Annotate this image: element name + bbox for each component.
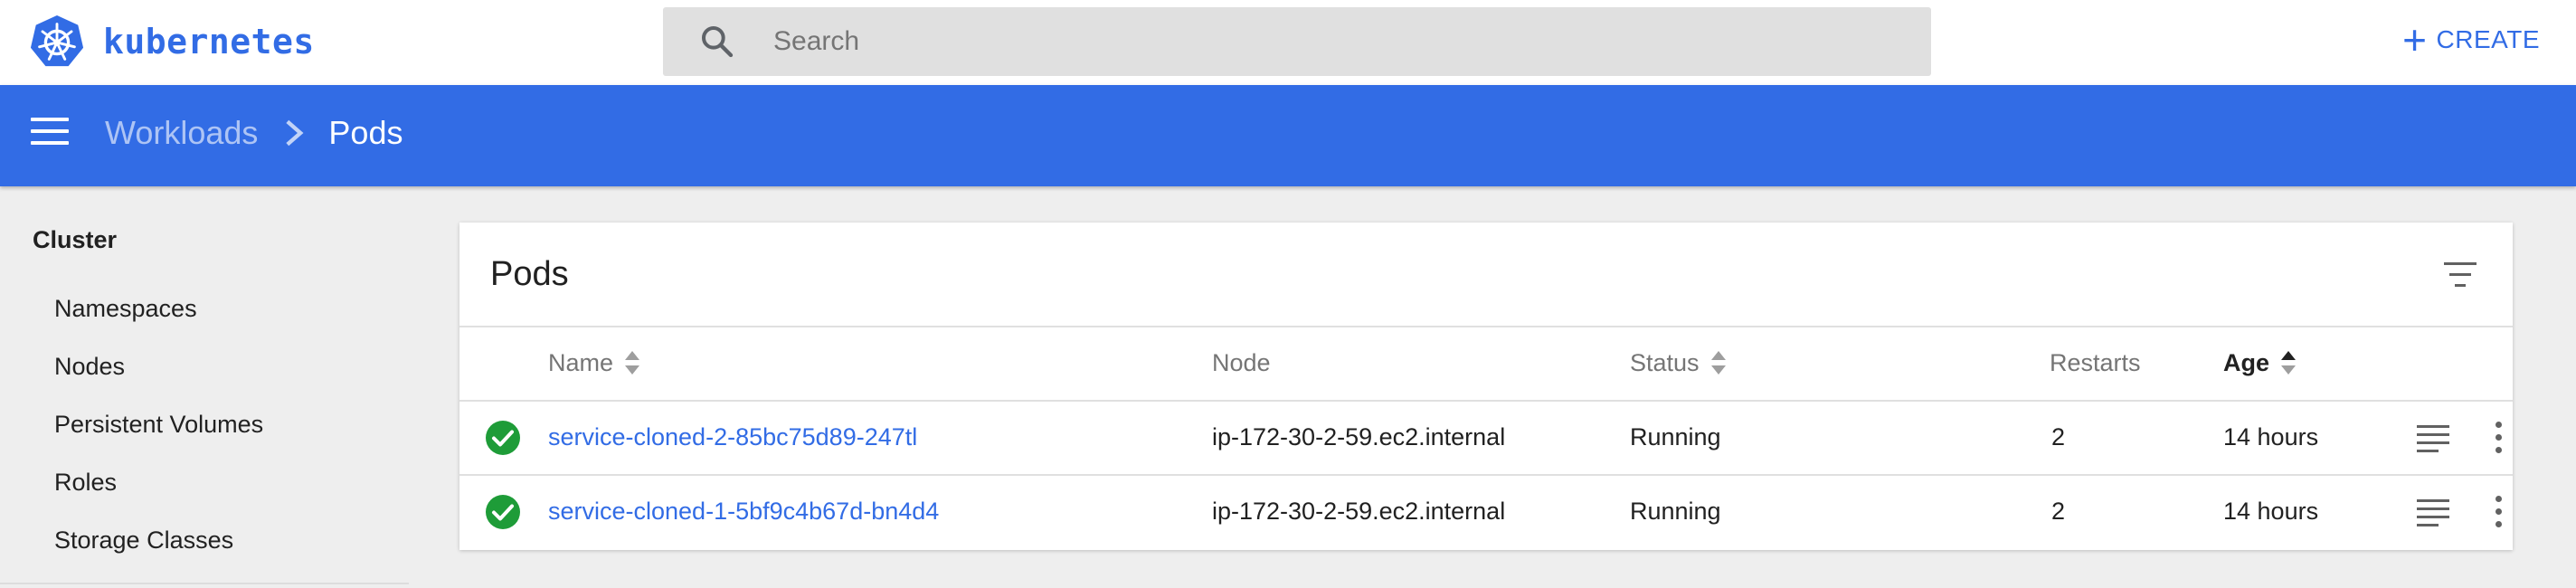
- page-header: Workloads Pods: [0, 85, 2576, 186]
- pod-status: Running: [1630, 423, 1721, 450]
- sidebar-section-cluster[interactable]: Cluster: [33, 226, 117, 254]
- sidebar-item-namespaces[interactable]: Namespaces: [54, 295, 197, 323]
- hamburger-menu-icon[interactable]: [31, 118, 69, 150]
- sort-icon: [1710, 350, 1727, 377]
- table-row: service-cloned-1-5bf9c4b67d-bn4d4 ip-172…: [459, 476, 2513, 548]
- chevron-right-icon: [286, 119, 304, 147]
- column-header-status[interactable]: Status: [1630, 349, 1727, 377]
- table-row: service-cloned-2-85bc75d89-247tl ip-172-…: [459, 402, 2513, 474]
- pod-restarts: 2: [2051, 498, 2066, 525]
- sidebar-item-persistent-volumes[interactable]: Persistent Volumes: [54, 411, 263, 439]
- column-label-age: Age: [2223, 349, 2270, 376]
- pod-age: 14 hours: [2223, 423, 2319, 450]
- column-header-restarts: Restarts: [2050, 349, 2141, 377]
- check-circle-icon: [486, 495, 520, 529]
- pod-name-link[interactable]: service-cloned-2-85bc75d89-247tl: [548, 423, 917, 451]
- column-label-status: Status: [1630, 349, 1700, 376]
- sidebar-divider: [0, 583, 409, 584]
- search-bar[interactable]: [663, 7, 1931, 76]
- pod-node: ip-172-30-2-59.ec2.internal: [1212, 423, 1506, 450]
- check-circle-icon: [486, 421, 520, 455]
- breadcrumb: Workloads Pods: [105, 114, 402, 152]
- breadcrumb-pods: Pods: [328, 114, 403, 151]
- logs-icon[interactable]: [2417, 425, 2449, 452]
- sidebar-item-nodes[interactable]: Nodes: [54, 353, 125, 381]
- column-label-restarts: Restarts: [2050, 349, 2141, 376]
- column-label-name: Name: [548, 349, 614, 376]
- plus-icon: +: [2402, 16, 2428, 63]
- filter-icon[interactable]: [2440, 262, 2480, 291]
- breadcrumb-workloads[interactable]: Workloads: [105, 114, 258, 152]
- kubernetes-logo-icon: [30, 14, 84, 67]
- more-vert-icon[interactable]: [2493, 496, 2504, 530]
- pod-status: Running: [1630, 498, 1721, 525]
- create-button-label: CREATE: [2436, 25, 2540, 53]
- pods-card: Pods Name Node Status Restarts Age servi…: [459, 223, 2513, 550]
- pod-node: ip-172-30-2-59.ec2.internal: [1212, 498, 1506, 525]
- more-vert-icon[interactable]: [2493, 422, 2504, 456]
- pod-name-link[interactable]: service-cloned-1-5bf9c4b67d-bn4d4: [548, 498, 939, 526]
- create-button[interactable]: + CREATE: [2402, 16, 2540, 63]
- logs-icon[interactable]: [2417, 499, 2449, 526]
- column-header-age[interactable]: Age: [2223, 349, 2297, 377]
- column-label-node: Node: [1212, 349, 1271, 376]
- column-header-name[interactable]: Name: [548, 349, 640, 377]
- brand-name: kubernetes: [103, 22, 315, 62]
- sidebar-nav: Cluster Namespaces Nodes Persistent Volu…: [0, 186, 409, 588]
- search-icon: [702, 26, 734, 58]
- sort-ascending-icon: [2280, 350, 2297, 377]
- search-input[interactable]: [773, 18, 1895, 65]
- pod-age: 14 hours: [2223, 498, 2319, 525]
- pod-restarts: 2: [2051, 423, 2066, 450]
- card-title: Pods: [490, 255, 569, 293]
- sidebar-item-storage-classes[interactable]: Storage Classes: [54, 526, 233, 555]
- kubernetes-logo[interactable]: kubernetes: [29, 14, 315, 70]
- column-header-node: Node: [1212, 349, 1271, 377]
- sidebar-item-roles[interactable]: Roles: [54, 469, 117, 497]
- top-app-bar: kubernetes + CREATE: [0, 0, 2576, 85]
- divider: [459, 326, 2513, 327]
- sort-icon: [624, 350, 640, 377]
